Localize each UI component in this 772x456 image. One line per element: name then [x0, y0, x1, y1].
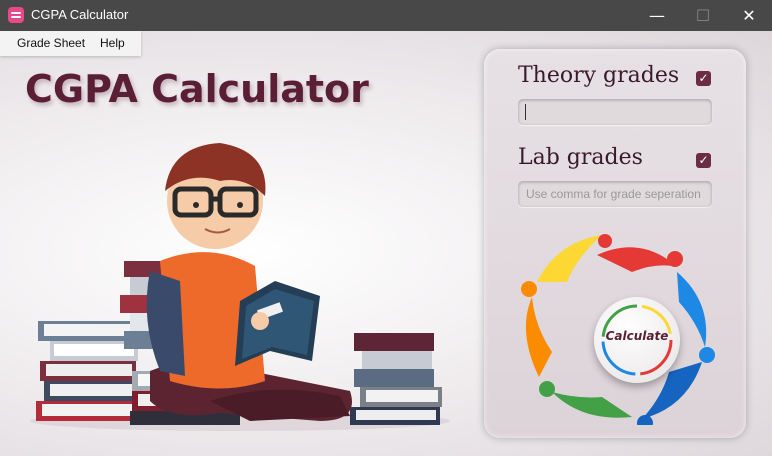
calculate-button-label: Calculate [605, 329, 669, 343]
maximize-button[interactable]: ☐ [680, 0, 726, 31]
menu-bar: Grade Sheet Help [0, 31, 141, 56]
menu-grade-sheet[interactable]: Grade Sheet [17, 36, 85, 50]
lab-grades-label: Lab grades [518, 145, 643, 170]
app-heading: CGPA Calculator [25, 67, 369, 111]
calculator-icon [8, 7, 24, 23]
client-area: Grade Sheet Help CGPA Calculator Theory … [0, 31, 772, 456]
lab-grades-input[interactable]: Use comma for grade seperation [518, 181, 712, 207]
menu-help[interactable]: Help [100, 36, 125, 50]
calculate-button[interactable]: Calculate [594, 297, 680, 383]
text-caret [525, 104, 526, 120]
student-reading-illustration [30, 143, 450, 431]
right-book-stack [350, 333, 442, 425]
title-bar: CGPA Calculator — ☐ ✕ [0, 0, 772, 31]
grades-panel: Theory grades ✓ Lab grades ✓ Use comma f… [484, 49, 746, 438]
lab-grades-placeholder: Use comma for grade seperation [526, 187, 701, 201]
theory-grades-input[interactable] [518, 99, 712, 125]
student-figure [146, 143, 352, 421]
calculate-emblem: Calculate [512, 229, 722, 425]
minimize-button[interactable]: — [634, 0, 680, 31]
theory-grades-checkbox[interactable]: ✓ [696, 71, 711, 86]
window-title: CGPA Calculator [31, 7, 129, 22]
close-button[interactable]: ✕ [726, 0, 772, 31]
theory-grades-label: Theory grades [518, 63, 680, 88]
lab-grades-checkbox[interactable]: ✓ [696, 153, 711, 168]
